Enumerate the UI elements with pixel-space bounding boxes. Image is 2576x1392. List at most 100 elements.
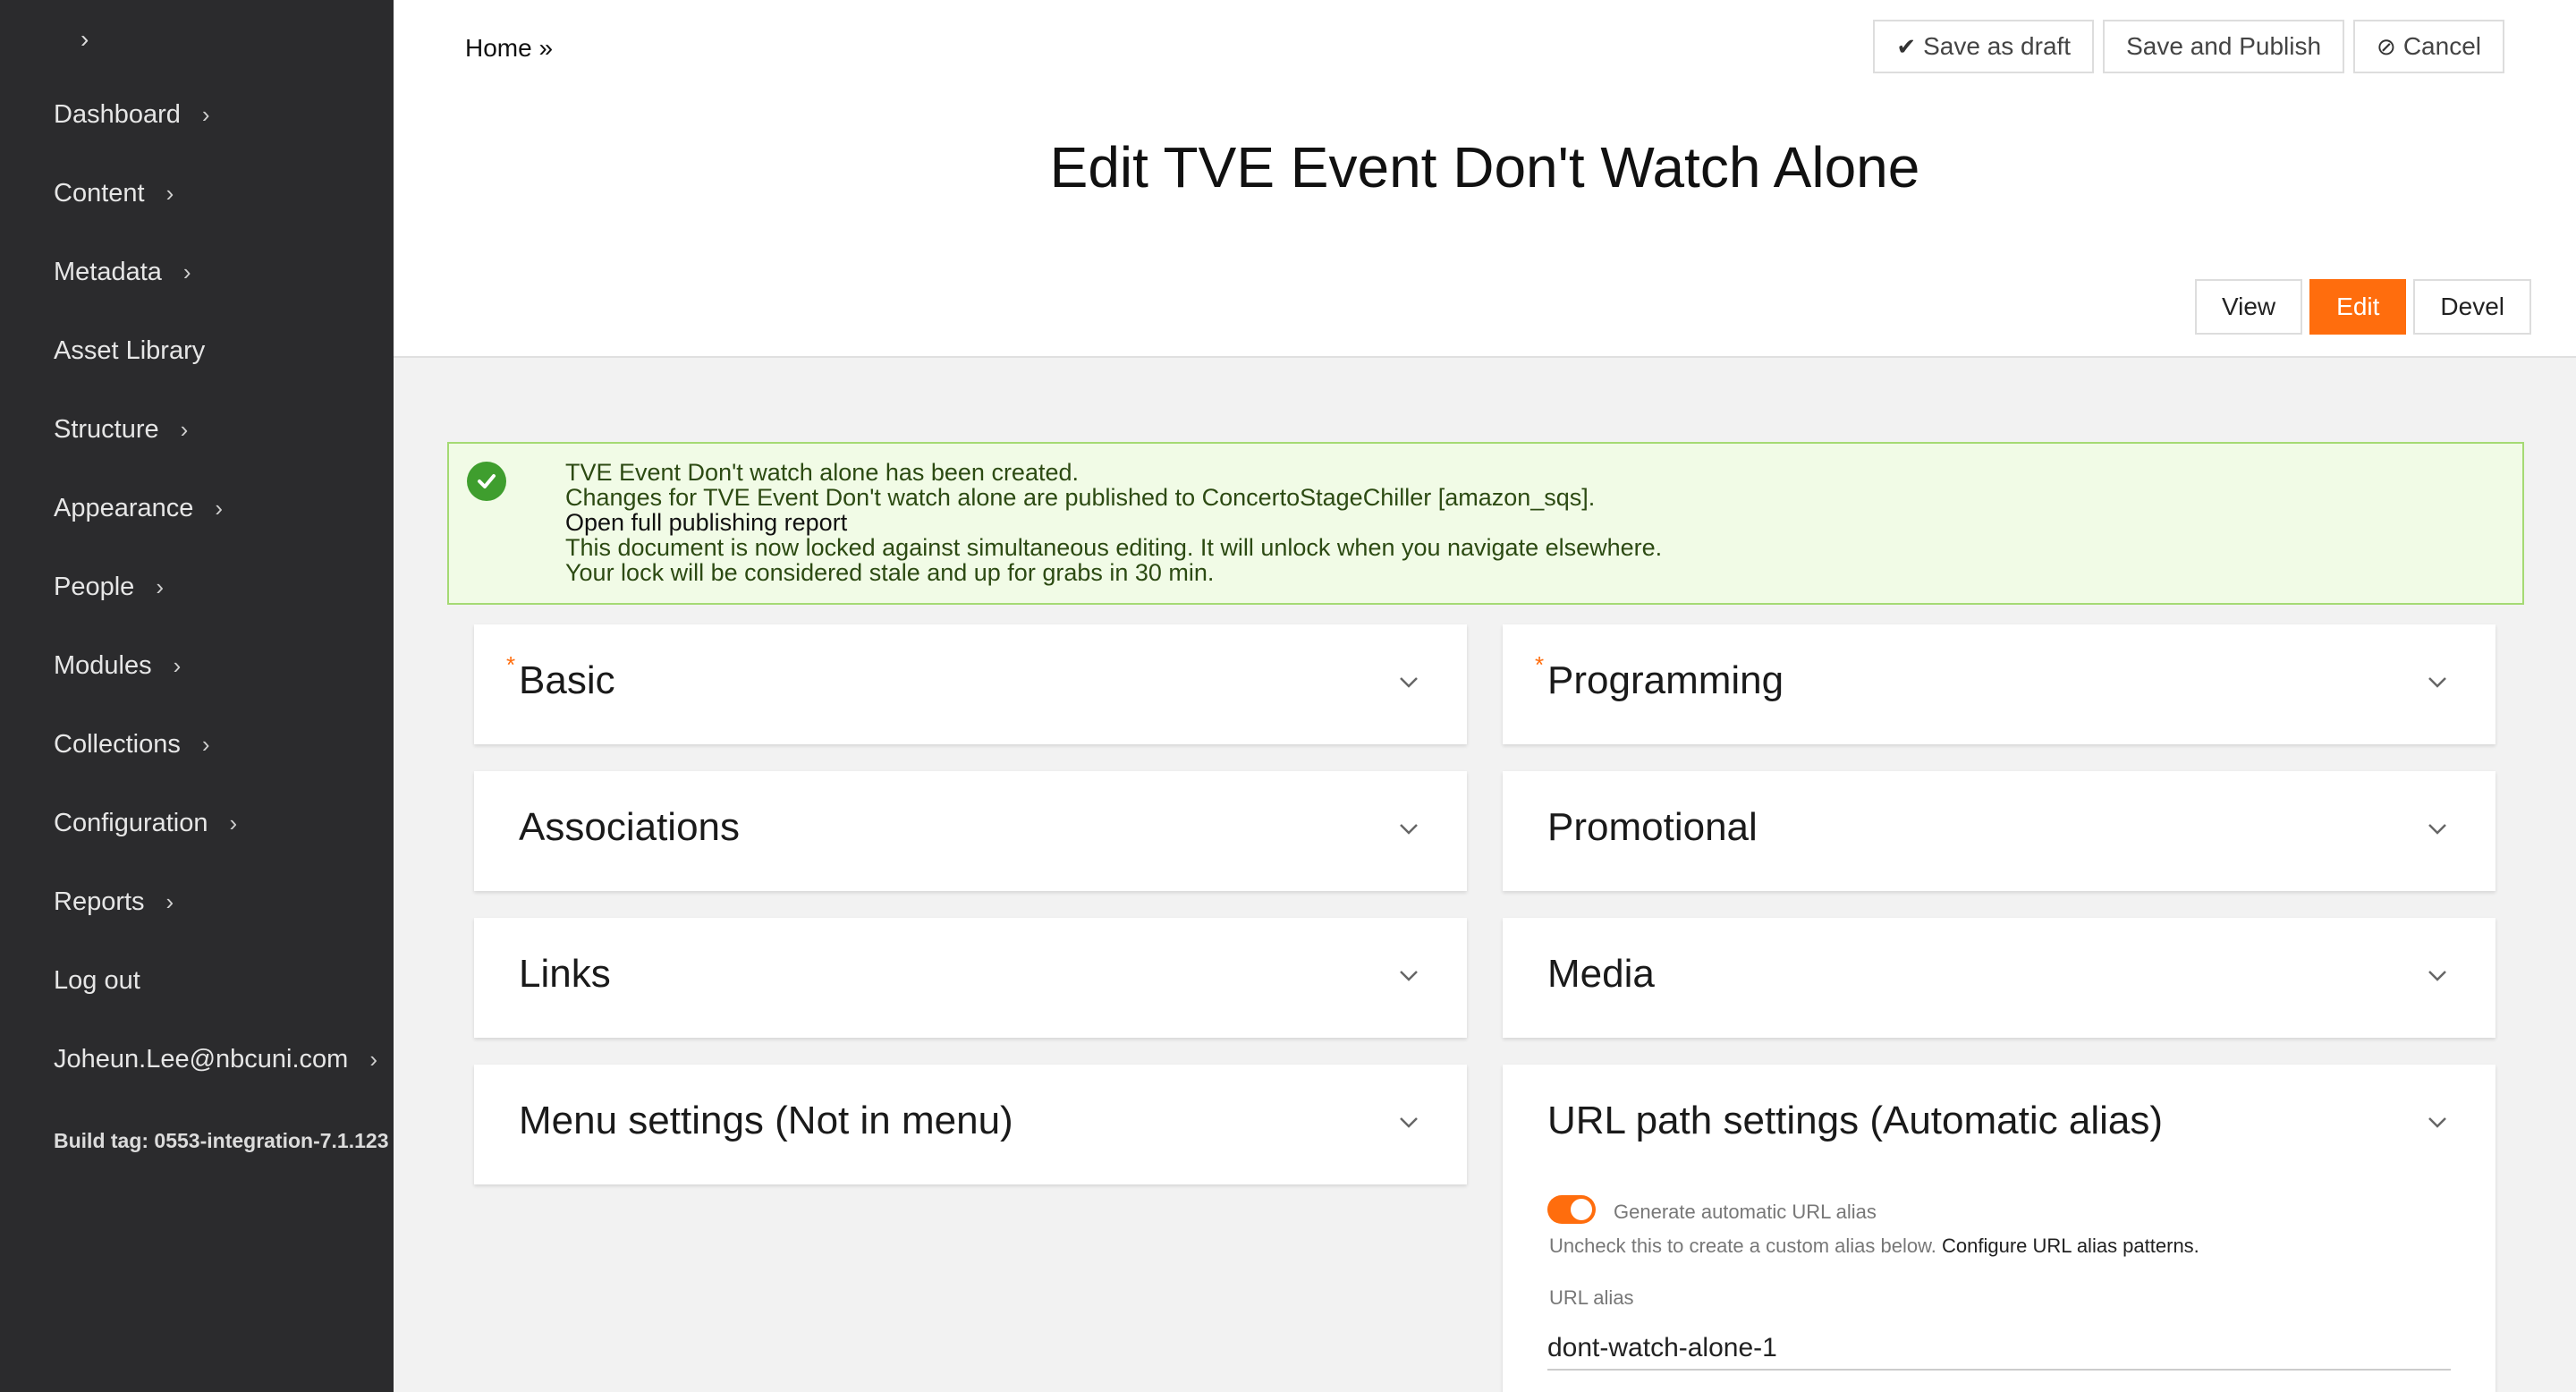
help-text: Uncheck this to create a custom alias be…	[1549, 1235, 1936, 1257]
chevron-right-icon: ›	[201, 101, 210, 128]
publishing-report-link[interactable]: Open full publishing report	[565, 510, 1662, 535]
chevron-right-icon: ›	[182, 259, 191, 285]
save-publish-button[interactable]: Save and Publish	[2103, 20, 2345, 73]
chevron-right-icon: ›	[201, 731, 210, 758]
section-promotional[interactable]: Promotional	[1503, 771, 2496, 891]
sidebar-item-log-out[interactable]: Log out	[54, 966, 140, 996]
section-title: Menu settings (Not in menu)	[519, 1099, 1013, 1142]
section-associations[interactable]: Associations	[474, 771, 1467, 891]
page-header: Home » ✔ Save as draft Save and Publish …	[394, 0, 2576, 358]
sidebar-item-label: Structure	[54, 415, 159, 444]
form-actions: ✔ Save as draft Save and Publish ⊘ Cance…	[1873, 20, 2504, 73]
tab-edit[interactable]: Edit	[2309, 279, 2407, 335]
chevron-right-icon: ›	[215, 495, 224, 522]
chevron-down-icon	[1400, 677, 1418, 688]
sidebar-item-label: Collections	[54, 730, 181, 759]
auto-alias-toggle[interactable]	[1547, 1195, 1596, 1224]
sidebar-item-label: Modules	[54, 651, 152, 680]
sidebar-item-label: Metadata	[54, 258, 162, 286]
chevron-right-icon: ›	[165, 180, 174, 207]
message-line: Your lock will be considered stale and u…	[565, 559, 1215, 586]
sidebar-item-label: Content	[54, 179, 145, 208]
sidebar-item-reports[interactable]: Reports ›	[54, 887, 174, 917]
configure-alias-patterns-link[interactable]: Configure URL alias patterns.	[1942, 1235, 2199, 1257]
section-title: Media	[1547, 952, 1655, 996]
sidebar-item-modules[interactable]: Modules ›	[54, 651, 181, 681]
sidebar-item-label: Log out	[54, 966, 140, 995]
section-title-text: Basic	[519, 658, 615, 702]
auto-alias-label: Generate automatic URL alias	[1614, 1201, 1877, 1223]
chevron-right-icon: ›	[165, 888, 174, 915]
section-menu-settings[interactable]: Menu settings (Not in menu)	[474, 1065, 1467, 1184]
chevron-right-icon: ›	[369, 1046, 377, 1073]
build-tag: Build tag: 0553-integration-7.1.123	[54, 1129, 389, 1152]
sidebar-item-asset-library[interactable]: Asset Library	[54, 336, 205, 366]
sidebar-item-collections[interactable]: Collections ›	[54, 730, 210, 760]
chevron-right-icon: ›	[229, 810, 238, 836]
required-marker: *	[506, 651, 516, 678]
sidebar-item-label: Configuration	[54, 809, 208, 837]
sidebar-item-label: Dashboard	[54, 100, 181, 129]
section-title: Associations	[519, 805, 741, 849]
local-tasks-tabs: View Edit Devel	[2194, 279, 2531, 335]
message-line: This document is now locked against simu…	[565, 534, 1663, 561]
sidebar: › Dashboard › Content › Metadata › Asset…	[0, 0, 394, 1392]
toggle-knob	[1571, 1199, 1592, 1220]
section-title: Links	[519, 952, 611, 996]
sidebar-item-content[interactable]: Content ›	[54, 179, 174, 208]
check-icon: ✔	[1896, 32, 1917, 60]
chevron-up-icon[interactable]	[2424, 1109, 2451, 1136]
sidebar-item-structure[interactable]: Structure ›	[54, 415, 188, 445]
section-title[interactable]: URL path settings (Automatic alias)	[1547, 1099, 2163, 1143]
sidebar-item-metadata[interactable]: Metadata ›	[54, 258, 191, 287]
message-line: TVE Event Don't watch alone has been cre…	[565, 459, 1080, 486]
save-draft-button[interactable]: ✔ Save as draft	[1873, 20, 2095, 73]
status-message: TVE Event Don't watch alone has been cre…	[447, 442, 2524, 605]
section-title: Promotional	[1547, 805, 1758, 849]
sidebar-item-label: Reports	[54, 887, 145, 916]
sidebar-item-label: People	[54, 573, 135, 601]
chevron-down-icon	[1400, 1117, 1418, 1128]
chevron-down-icon	[1400, 824, 1418, 835]
section-title-text: Programming	[1547, 658, 1784, 702]
page-title: Edit TVE Event Don't Watch Alone	[1049, 135, 1920, 199]
chevron-right-icon: ›	[173, 652, 182, 679]
auto-alias-help: Uncheck this to create a custom alias be…	[1549, 1235, 2199, 1258]
chevron-down-icon	[2428, 824, 2446, 835]
chevron-down-icon	[2428, 677, 2446, 688]
sidebar-item-user-account[interactable]: Joheun.Lee@nbcuni.com ›	[54, 1045, 377, 1074]
cancel-circle-icon: ⊘	[2377, 32, 2396, 60]
success-check-icon	[467, 462, 506, 501]
section-basic[interactable]: * Basic	[474, 624, 1467, 744]
section-links[interactable]: Links	[474, 918, 1467, 1038]
chevron-down-icon	[1400, 971, 1418, 981]
sidebar-item-dashboard[interactable]: Dashboard ›	[54, 100, 210, 130]
section-title: * Basic	[506, 651, 615, 703]
sidebar-item-label: Appearance	[54, 494, 194, 522]
required-marker: *	[1535, 651, 1545, 678]
sidebar-item-appearance[interactable]: Appearance ›	[54, 494, 223, 523]
sidebar-item-label: Joheun.Lee@nbcuni.com	[54, 1045, 349, 1074]
sidebar-item-people[interactable]: People ›	[54, 573, 164, 602]
save-draft-label: Save as draft	[1923, 32, 2072, 60]
tab-devel[interactable]: Devel	[2413, 279, 2531, 335]
sidebar-item-configuration[interactable]: Configuration ›	[54, 809, 237, 838]
status-message-lines: TVE Event Don't watch alone has been cre…	[565, 460, 1662, 585]
url-alias-input[interactable]	[1547, 1328, 2451, 1371]
tab-view[interactable]: View	[2194, 279, 2303, 335]
chevron-right-icon: ›	[156, 573, 164, 600]
cancel-button[interactable]: ⊘ Cancel	[2353, 20, 2504, 73]
section-media[interactable]: Media	[1503, 918, 2496, 1038]
url-alias-label: URL alias	[1549, 1286, 1634, 1309]
save-publish-label: Save and Publish	[2126, 32, 2322, 60]
sidebar-item-label: Asset Library	[54, 336, 206, 365]
section-programming[interactable]: * Programming	[1503, 624, 2496, 744]
section-url-path-settings: URL path settings (Automatic alias) Gene…	[1503, 1065, 2496, 1392]
chevron-down-icon	[2428, 971, 2446, 981]
sidebar-collapse-icon[interactable]: ›	[80, 25, 89, 54]
cancel-label: Cancel	[2402, 32, 2481, 60]
section-title: * Programming	[1535, 651, 1784, 703]
chevron-right-icon: ›	[180, 416, 189, 443]
message-line: Changes for TVE Event Don't watch alone …	[565, 484, 1596, 511]
breadcrumb[interactable]: Home »	[465, 34, 553, 63]
